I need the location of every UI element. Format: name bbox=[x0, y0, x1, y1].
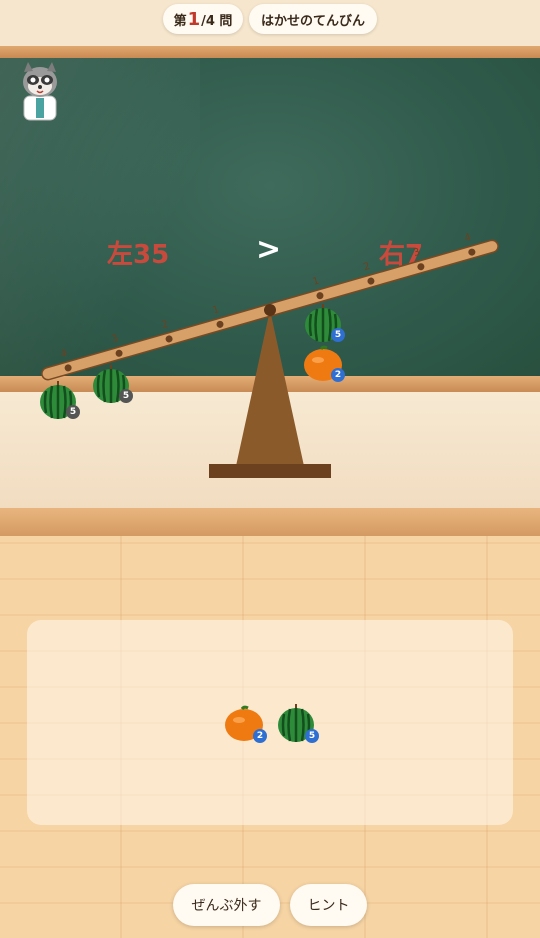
weight-badge: 5 bbox=[331, 328, 345, 342]
hint-button[interactable]: ヒント bbox=[290, 884, 367, 926]
weight-badge: 2 bbox=[253, 729, 267, 743]
right-hanging-orange-1[interactable]: 2 bbox=[301, 342, 345, 386]
weight-badge: 2 bbox=[331, 368, 345, 382]
right-tick-4: 4 bbox=[463, 232, 472, 244]
left-tick-4: 4 bbox=[60, 348, 69, 360]
right-tick-2: 2 bbox=[362, 261, 371, 273]
left-hanging-watermelon-3[interactable]: 5 bbox=[89, 363, 133, 407]
remove-all-label: ぜんぶ外す bbox=[191, 898, 262, 914]
left-tick-3: 3 bbox=[111, 333, 120, 345]
right-hanging-watermelon-1[interactable]: 5 bbox=[301, 302, 345, 346]
weight-badge: 5 bbox=[66, 405, 80, 419]
left-hanging-watermelon-4[interactable]: 5 bbox=[36, 379, 80, 423]
right-tick-3: 3 bbox=[412, 247, 421, 259]
balance-stand bbox=[236, 310, 304, 466]
balance-base bbox=[209, 464, 331, 478]
right-tick-1: 1 bbox=[311, 276, 320, 288]
left-tick-2: 2 bbox=[160, 319, 169, 331]
tray-orange[interactable]: 2 bbox=[222, 702, 267, 746]
weight-badge: 5 bbox=[119, 389, 133, 403]
fruit-tray[interactable]: 2 5 bbox=[27, 620, 513, 825]
weight-badge: 5 bbox=[305, 729, 319, 743]
left-tick-1: 1 bbox=[211, 304, 220, 316]
tray-watermelon[interactable]: 5 bbox=[274, 702, 319, 746]
hint-label: ヒント bbox=[307, 898, 350, 914]
remove-all-button[interactable]: ぜんぶ外す bbox=[173, 884, 280, 926]
